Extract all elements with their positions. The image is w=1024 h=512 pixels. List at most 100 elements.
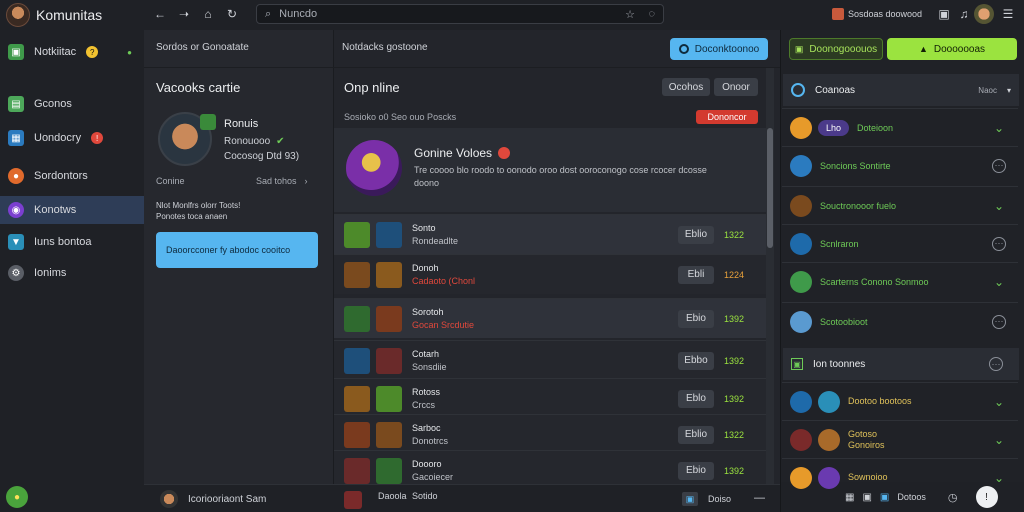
game-row[interactable]: Donoh Cadaoto (Chonl Ebli 1224	[334, 254, 766, 294]
game-row[interactable]: Rotoss Crccs Eblo 1392	[334, 378, 766, 418]
group-avatar-2	[818, 428, 840, 451]
game-line2: Rondeadlte	[412, 236, 459, 246]
app-title: Komunitas	[36, 7, 103, 23]
game-row[interactable]: Sorotoh Gocan Srcdutie Ebio 1392	[334, 298, 766, 338]
group-avatar	[790, 428, 812, 451]
chevron-down-icon[interactable]: ⌄	[992, 121, 1006, 135]
dot-icon: ●	[127, 47, 132, 57]
panel-header: Sordos or Gonoatate	[144, 30, 334, 68]
game-thumb-2	[376, 457, 402, 484]
game-action-button[interactable]: Ebbo	[677, 351, 714, 370]
status-orb-icon[interactable]: ●	[6, 486, 28, 508]
game-thumb-2	[376, 261, 402, 288]
game-action-button[interactable]: Ebio	[677, 461, 714, 480]
chevron-down-icon[interactable]: ⌄	[992, 433, 1006, 447]
footer-user: Icoriooriaont Sam	[188, 494, 267, 505]
join-button[interactable]: ▲ Dooooooas	[887, 38, 1017, 60]
scrollbar-track[interactable]	[766, 68, 774, 498]
game-thumb	[344, 305, 370, 332]
footer-icon[interactable]: ▣	[682, 492, 698, 506]
sidebar-item-sordontors[interactable]: ● Sordontors	[0, 162, 144, 190]
chevron-down-icon[interactable]: ⌄	[992, 471, 1006, 485]
options-icon[interactable]: ⋯	[989, 357, 1003, 371]
group-avatar-2	[818, 466, 840, 489]
app-brand[interactable]: Komunitas	[6, 2, 144, 28]
status-action[interactable]: Sad tohos ›	[256, 176, 308, 186]
friend-row[interactable]: Souctronooor fuelo ⌄	[782, 186, 1018, 224]
sidebar-item-uondocry[interactable]: ▦ Uondocry !	[0, 124, 144, 152]
sidebar-item-iuns-bontoa[interactable]: ▼ Iuns bontoa	[0, 228, 144, 256]
game-line1: Rotoss	[412, 387, 441, 397]
search-bar[interactable]: ⌕ Nuncdo ☆ ◌	[256, 4, 664, 24]
chevron-down-icon[interactable]: ⌄	[992, 199, 1006, 213]
feature-card[interactable]: Gonine Voloes Tre coooo blo roodo to oon…	[334, 128, 766, 212]
group-row[interactable]: Gotoso Gonoiros ⌄	[782, 420, 1018, 458]
game-action-button[interactable]: Ebio	[677, 309, 714, 328]
minus-icon[interactable]: —	[754, 492, 765, 504]
online-button[interactable]: Doconktoonoo	[670, 38, 768, 60]
status-toggle[interactable]: ▣ Doonogooouos	[789, 38, 883, 60]
friend-avatar	[790, 310, 812, 333]
caret-down-icon[interactable]: ▾	[1007, 86, 1011, 95]
more-icon[interactable]: ⋯	[992, 314, 1006, 329]
footer-avatar[interactable]	[160, 490, 178, 508]
group-label: Gotoso Gonoiros	[848, 428, 885, 450]
friend-row[interactable]: Scotoobioot ⋯	[782, 302, 1018, 340]
status-toggle-label: Doonogooouos	[809, 43, 878, 55]
game-row[interactable]: Sonto Rondeadlte Eblio 1322	[334, 214, 766, 254]
group-row[interactable]: Dootoo bootoos ⌄	[782, 382, 1018, 420]
filter-button-1[interactable]: Ocohos	[662, 78, 710, 96]
groups-header[interactable]: ▣ Ion toonnes ⋯	[783, 348, 1019, 380]
game-action-button[interactable]: Eblio	[677, 425, 714, 444]
game-text: Donoh Cadaoto (Chonl	[412, 263, 475, 286]
search-input[interactable]: Nuncdo	[279, 8, 317, 20]
friend-row[interactable]: Scarterns Conono Sonmoo ⌄	[782, 262, 1018, 300]
friend-row[interactable]: Lho Doteioon ⌄	[782, 108, 1018, 146]
reload-icon[interactable]: ◌	[648, 8, 655, 20]
friend-avatar	[790, 194, 812, 217]
footer-thumb	[344, 491, 362, 509]
game-action-button[interactable]: Eblio	[677, 225, 714, 244]
refresh-icon[interactable]: ↻	[224, 6, 240, 22]
group-row[interactable]: Sownoioo ⌄	[782, 458, 1018, 496]
feature-desc: Tre coooo blo roodo to oonodo oroo dost …	[414, 165, 707, 188]
forward-arrow-icon[interactable]: ➝	[176, 6, 192, 22]
cta-button[interactable]: Daoorcconer fy abodoc cooitco	[156, 232, 318, 268]
game-action-button[interactable]: Eblo	[677, 389, 714, 408]
community-icon: ◉	[8, 202, 24, 218]
footer-counter: Doiso	[708, 494, 732, 504]
game-row[interactable]: Cotarh Sonsdiie Ebbo 1392	[334, 340, 766, 380]
chevron-down-icon[interactable]: ⌄	[992, 275, 1006, 289]
friend-row[interactable]: Soncions Sontirte ⋯	[782, 146, 1018, 184]
check-icon: ▣	[794, 43, 804, 54]
bell-icon[interactable]: ♫	[956, 6, 972, 22]
home-icon[interactable]: ⌂	[200, 6, 216, 22]
sidebar-item-gconos[interactable]: ▤ Gconos	[0, 90, 144, 118]
chevron-down-icon[interactable]: ⌄	[992, 395, 1006, 409]
user-avatar[interactable]	[974, 4, 994, 24]
friends-header[interactable]: Coanoas Naoc ▾	[783, 74, 1019, 106]
game-row[interactable]: Sarboc Donotrcs Eblio 1322	[334, 414, 766, 454]
sidebar-item-label: Uondocry	[34, 132, 82, 144]
sidebar-item-notifications[interactable]: ▣ Notkiitac ? ●	[0, 38, 144, 66]
app-avatar	[6, 3, 30, 27]
back-arrow-icon[interactable]: ←	[152, 6, 168, 22]
sidebar-item-label: Notkiitac	[34, 46, 77, 58]
filter-button-2[interactable]: Onoor	[714, 78, 758, 96]
menu-icon[interactable]: ☰	[1000, 6, 1016, 22]
bookmark-icon[interactable]: ☆	[625, 8, 635, 21]
sidebar-item-ionims[interactable]: ⚙ Ionims	[0, 259, 144, 287]
game-thumb	[344, 385, 370, 412]
game-action-button[interactable]: Ebli	[677, 265, 714, 284]
more-icon[interactable]: ⋯	[992, 236, 1006, 251]
scrollbar-thumb[interactable]	[767, 128, 773, 248]
friend-row[interactable]: Scnlraron ⋯	[782, 224, 1018, 262]
more-icon[interactable]: ⋯	[992, 158, 1006, 173]
friend-label: Doteioon	[857, 122, 894, 133]
alert-badge[interactable]: Dononcor	[696, 110, 758, 124]
sidebar-item-konotws[interactable]: ◉ Konotws	[0, 196, 144, 224]
window-icon[interactable]: ▣	[936, 6, 952, 22]
groups-header-title: Ion toonnes	[813, 358, 866, 370]
game-value: 1322	[723, 229, 744, 240]
group-avatar	[790, 466, 812, 489]
